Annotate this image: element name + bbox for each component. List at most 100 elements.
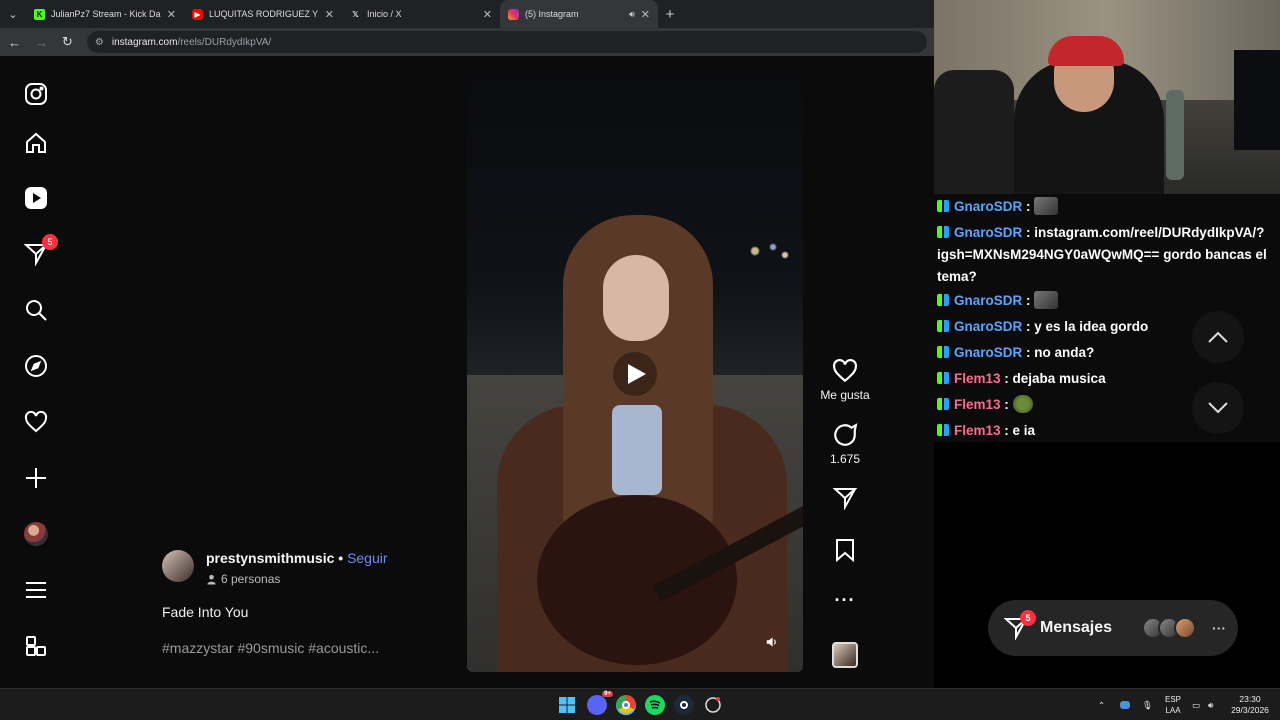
tab-title: (5) Instagram: [525, 9, 579, 19]
messages-icon[interactable]: 5: [22, 234, 58, 268]
audio-thumbnail[interactable]: [815, 642, 875, 668]
more-icon: ···: [1212, 620, 1227, 636]
chevron-down-icon: [1208, 402, 1228, 414]
chat-text: y es la idea gordo: [1034, 319, 1149, 334]
tab-close-icon[interactable]: ✕: [641, 8, 650, 21]
creator-line: prestynsmithmusic • Seguir: [206, 550, 388, 566]
back-icon[interactable]: ←: [8, 35, 21, 50]
face: [603, 255, 669, 341]
tab-close-icon[interactable]: ✕: [483, 8, 492, 21]
profile-avatar[interactable]: [22, 520, 50, 548]
volume-icon[interactable]: [761, 631, 783, 653]
play-button[interactable]: [613, 352, 657, 396]
messages-badge: 5: [1020, 610, 1036, 626]
instagram-logo-icon[interactable]: [22, 80, 50, 108]
collaborators[interactable]: 6 personas: [206, 572, 280, 586]
kick-badge-icon: [937, 398, 949, 410]
chevron-up-icon: [1208, 331, 1228, 343]
clock-date: 29/3/2026: [1231, 705, 1269, 715]
windows-start-icon[interactable]: [557, 695, 577, 715]
comment-icon: [834, 423, 858, 446]
url-path: /reels/DURdydIkpVA/: [177, 36, 272, 48]
previous-reel-button[interactable]: [1192, 311, 1244, 363]
speaker-icon[interactable]: 🔊︎: [629, 9, 635, 20]
caption-hashtags[interactable]: #mazzystar #90smusic #acoustic...: [162, 640, 379, 656]
chat-username: Flem13: [954, 397, 1001, 412]
system-clock[interactable]: 23:30 29/3/2026: [1222, 694, 1278, 716]
creator-username[interactable]: prestynsmithmusic: [206, 550, 334, 566]
tab-search-button[interactable]: ⌄: [0, 0, 26, 28]
share-icon: [833, 488, 857, 510]
forward-icon[interactable]: →: [35, 35, 48, 50]
messages-avatars: [1142, 617, 1197, 639]
emote-icon: [1012, 395, 1033, 413]
tray-chevron-icon[interactable]: ⌃: [1098, 689, 1105, 720]
lang-code: ESP: [1164, 695, 1181, 704]
tab-close-icon[interactable]: ✕: [325, 8, 334, 21]
heart-icon[interactable]: [22, 408, 50, 436]
lang-layout: LAA: [1165, 706, 1181, 715]
dot-separator: •: [334, 550, 348, 566]
monitor: [1234, 50, 1280, 150]
people-count: 6 personas: [221, 572, 281, 586]
apps-icon[interactable]: [22, 632, 50, 660]
emote-icon: [1034, 197, 1059, 215]
guitar: [537, 495, 737, 665]
tab-instagram[interactable]: (5) Instagram 🔊︎ ✕: [500, 0, 658, 28]
webcam-feed: [934, 0, 1280, 194]
more-options-icon[interactable]: ···: [815, 590, 875, 611]
monitor-tray-icon[interactable]: ▭: [1192, 689, 1200, 720]
chat-username: Flem13: [954, 371, 1001, 386]
browser-tab-strip: ⌄ K JulianPz7 Stream - Kick Dashbo ✕ ▶ L…: [0, 0, 934, 28]
language-indicator[interactable]: ESP LAA: [1160, 694, 1186, 716]
save-action[interactable]: [815, 538, 875, 562]
reel-video[interactable]: [467, 75, 803, 672]
steam-icon[interactable]: [674, 695, 694, 715]
chat-separator: :: [1022, 225, 1035, 240]
gaming-chair: [934, 70, 1014, 194]
microphone-icon[interactable]: 🎙︎: [1142, 689, 1153, 720]
search-icon[interactable]: [22, 296, 50, 324]
ig-sidebar: 5: [0, 56, 72, 688]
create-icon[interactable]: [22, 464, 50, 492]
x-icon: 𝕏: [352, 9, 359, 19]
kick-badge-icon: [937, 424, 949, 436]
spotify-icon[interactable]: [645, 695, 665, 715]
home-icon[interactable]: [22, 129, 50, 157]
chat-separator: :: [1022, 345, 1035, 360]
tab-x[interactable]: 𝕏 Inicio / X ✕: [342, 0, 500, 28]
tab-kick[interactable]: K JulianPz7 Stream - Kick Dashbo ✕: [26, 0, 184, 28]
like-heart-icon: [833, 358, 857, 383]
like-action[interactable]: Me gusta: [815, 358, 875, 402]
share-action[interactable]: [815, 486, 875, 510]
kick-badge-icon: [937, 346, 949, 358]
notification-badge: 5: [42, 234, 58, 250]
comment-action[interactable]: 1.675: [815, 422, 875, 466]
network-app-icon[interactable]: [1120, 689, 1130, 720]
new-tab-button[interactable]: +: [658, 0, 682, 28]
messages-pill[interactable]: 5 Mensajes ···: [988, 600, 1238, 656]
site-info-icon[interactable]: ⚙︎: [95, 37, 104, 48]
clock-time: 23:30: [1239, 694, 1261, 704]
app-icon[interactable]: [703, 695, 723, 715]
kick-badge-icon: [937, 226, 949, 238]
like-label: Me gusta: [820, 388, 870, 402]
explore-icon[interactable]: [22, 352, 50, 380]
tab-close-icon[interactable]: ✕: [167, 8, 176, 21]
kick-badge-icon: [937, 294, 949, 306]
url-field[interactable]: ⚙︎ instagram.com/reels/DURdydIkpVA/: [86, 31, 927, 53]
discord-icon[interactable]: 9+: [587, 691, 613, 715]
chat-separator: :: [1022, 319, 1035, 334]
discord-badge: 9+: [602, 691, 613, 697]
menu-icon[interactable]: [22, 576, 50, 604]
messages-icon: 5: [1003, 610, 1036, 641]
creator-avatar[interactable]: [162, 550, 194, 582]
next-reel-button[interactable]: [1192, 382, 1244, 434]
tab-youtube[interactable]: ▶ LUQUITAS RODRIGUEZ Y LA PE ✕: [184, 0, 342, 28]
reload-icon[interactable]: ↻: [62, 34, 73, 50]
reels-icon[interactable]: [22, 184, 50, 212]
youtube-icon: ▶: [192, 8, 203, 20]
volume-tray-icon[interactable]: 🔊︎: [1208, 689, 1213, 720]
chrome-icon[interactable]: [616, 695, 636, 715]
follow-button[interactable]: Seguir: [347, 550, 387, 566]
